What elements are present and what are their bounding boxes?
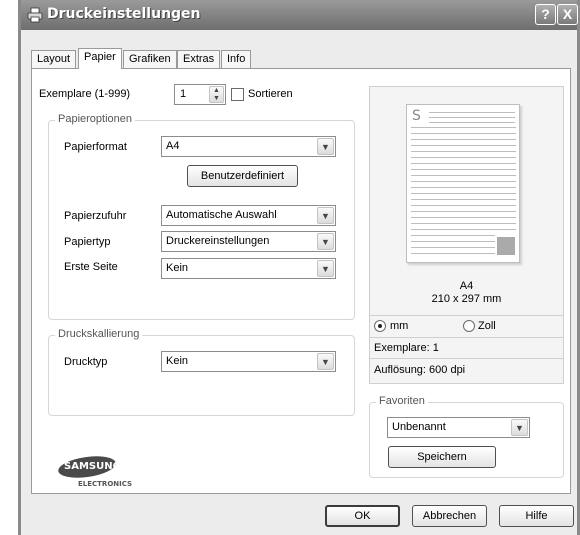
title-bar[interactable]: Druckeinstellungen ? X bbox=[21, 0, 578, 30]
text-lines bbox=[429, 112, 515, 123]
copies-label: Exemplare (1-999) bbox=[39, 88, 131, 100]
unit-mm-radio[interactable] bbox=[374, 320, 386, 332]
first-page-label: Erste Seite bbox=[64, 261, 118, 273]
close-button[interactable]: X bbox=[557, 4, 578, 25]
print-scaling-title: Druckskallierung bbox=[55, 328, 143, 340]
tab-layout[interactable]: Layout bbox=[31, 50, 77, 68]
paper-name: A4 bbox=[459, 280, 474, 292]
first-page-select[interactable]: Kein ▼ bbox=[161, 258, 336, 279]
help-button[interactable]: Hilfe bbox=[499, 505, 574, 527]
cancel-button[interactable]: Abbrechen bbox=[412, 505, 487, 527]
logo-subtitle: ELECTRONICS bbox=[78, 480, 133, 488]
first-page-value: Kein bbox=[166, 262, 189, 274]
paper-dimensions: 210 x 297 mm bbox=[431, 293, 502, 305]
paper-options-title: Papieroptionen bbox=[55, 113, 136, 125]
favorites-group: Favoriten Unbenannt ▼ Speichern bbox=[369, 395, 564, 478]
chevron-down-icon[interactable]: ▼ bbox=[511, 419, 528, 436]
tab-extras[interactable]: Extras bbox=[177, 50, 221, 68]
paper-type-select[interactable]: Druckereinstellungen ▼ bbox=[161, 231, 336, 252]
papier-panel: Exemplare (1-999) 1 ▲ ▼ Sortieren Papiero… bbox=[31, 68, 571, 494]
divider bbox=[370, 337, 563, 338]
paper-feed-select[interactable]: Automatische Auswahl ▼ bbox=[161, 205, 336, 226]
copies-stepper[interactable]: 1 ▲ ▼ bbox=[174, 84, 226, 105]
tab-papier[interactable]: Papier bbox=[78, 48, 122, 69]
print-type-value: Kein bbox=[166, 355, 189, 367]
print-type-label: Drucktyp bbox=[64, 356, 108, 368]
paper-feed-label: Papierzufuhr bbox=[64, 210, 127, 222]
copies-info: Exemplare: 1 bbox=[374, 342, 439, 354]
chevron-down-icon[interactable]: ▼ bbox=[317, 207, 334, 224]
print-scaling-group: Druckskallierung Drucktyp Kein ▼ bbox=[48, 328, 355, 416]
printer-icon bbox=[27, 7, 43, 23]
window-title: Druckeinstellungen bbox=[47, 6, 201, 22]
unit-zoll-label: Zoll bbox=[478, 320, 496, 332]
help-title-button[interactable]: ? bbox=[535, 4, 556, 25]
custom-size-button[interactable]: Benutzerdefiniert bbox=[187, 165, 298, 187]
tab-info[interactable]: Info bbox=[221, 50, 252, 68]
samsung-logo: SAMSUNG ELECTRONICS bbox=[56, 453, 148, 489]
sort-label: Sortieren bbox=[248, 88, 293, 100]
favorites-title: Favoriten bbox=[376, 395, 428, 407]
favorites-value: Unbenannt bbox=[392, 421, 446, 433]
tab-grafiken[interactable]: Grafiken bbox=[123, 50, 177, 68]
spinner-arrows-icon[interactable]: ▲ ▼ bbox=[209, 86, 224, 103]
ok-button[interactable]: OK bbox=[325, 505, 400, 527]
preview-panel: S A4 210 x 297 mm mm Zoll Exemplare: 1 A… bbox=[369, 86, 564, 384]
paper-feed-value: Automatische Auswahl bbox=[166, 209, 277, 221]
print-type-select[interactable]: Kein ▼ bbox=[161, 351, 336, 372]
paper-format-label: Papierformat bbox=[64, 141, 127, 153]
logo-brand: SAMSUNG bbox=[64, 461, 121, 472]
unit-zoll-radio[interactable] bbox=[463, 320, 475, 332]
paper-format-select[interactable]: A4 ▼ bbox=[161, 136, 336, 157]
resolution-info: Auflösung: 600 dpi bbox=[374, 364, 466, 376]
paper-options-group: Papieroptionen Papierformat A4 ▼ Benutze… bbox=[48, 113, 355, 320]
save-favorite-button[interactable]: Speichern bbox=[388, 446, 496, 468]
unit-mm-label: mm bbox=[390, 320, 409, 332]
paper-type-value: Druckereinstellungen bbox=[166, 235, 270, 247]
divider bbox=[370, 315, 563, 316]
chevron-down-icon[interactable]: ▼ bbox=[317, 233, 334, 250]
chevron-down-icon[interactable]: ▼ bbox=[317, 138, 334, 155]
favorites-select[interactable]: Unbenannt ▼ bbox=[387, 417, 530, 438]
image-placeholder bbox=[497, 237, 515, 255]
chevron-down-icon[interactable]: ▼ bbox=[317, 353, 334, 370]
paper-type-label: Papiertyp bbox=[64, 236, 111, 248]
divider bbox=[370, 358, 563, 359]
page-glyph: S bbox=[412, 108, 421, 124]
print-settings-dialog: Druckeinstellungen ? X Layout Papier Gra… bbox=[18, 0, 580, 535]
paper-format-value: A4 bbox=[166, 140, 180, 152]
sort-checkbox[interactable] bbox=[231, 88, 244, 101]
chevron-down-icon[interactable]: ▼ bbox=[317, 260, 334, 277]
page-preview: S bbox=[406, 104, 520, 263]
copies-value: 1 bbox=[180, 88, 187, 100]
